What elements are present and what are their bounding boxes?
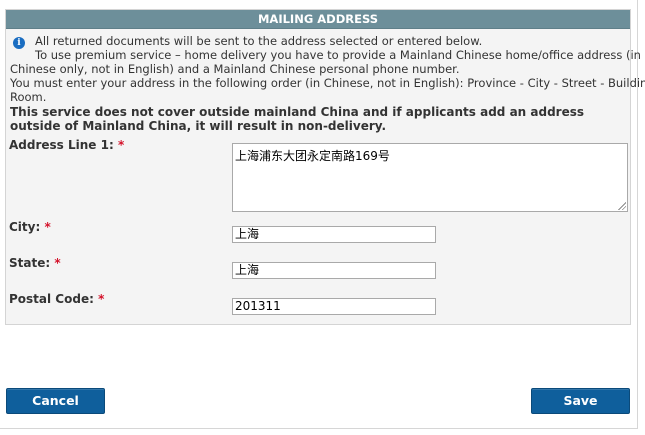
postal-code-label-text: Postal Code:	[9, 292, 94, 306]
postal-code-input[interactable]: 201311	[232, 298, 436, 315]
required-marker: *	[117, 138, 125, 152]
city-label: City: *	[9, 220, 51, 234]
page-frame: MAILING ADDRESS i All returned documents…	[0, 0, 645, 429]
address-line1-label-text: Address Line 1:	[9, 138, 114, 152]
save-button[interactable]: Save	[531, 388, 630, 414]
info-line-3: Chinese only, not in English) and a Main…	[10, 62, 460, 76]
mailing-address-section: MAILING ADDRESS i All returned documents…	[5, 9, 645, 325]
city-label-text: City:	[9, 220, 41, 234]
state-label-text: State:	[9, 256, 51, 270]
section-title: MAILING ADDRESS	[6, 10, 630, 29]
info-line-2: To use premium service – home delivery y…	[35, 48, 641, 62]
info-line-4: You must enter your address in the follo…	[10, 76, 645, 90]
info-icon: i	[13, 37, 25, 49]
postal-code-label: Postal Code: *	[9, 292, 104, 306]
state-label: State: *	[9, 256, 61, 270]
info-notice: i All returned documents will be sent to…	[10, 34, 645, 133]
required-marker: *	[44, 220, 51, 234]
city-input[interactable]: 上海	[232, 226, 436, 243]
address-line1-value: 上海浦东大团永定南路169号	[235, 149, 390, 163]
address-line1-label: Address Line 1: *	[9, 138, 124, 152]
info-line-5: Room.	[10, 90, 47, 104]
state-input[interactable]: 上海	[232, 262, 436, 279]
info-line-1: All returned documents will be sent to t…	[35, 34, 483, 48]
address-line1-textarea[interactable]: 上海浦东大团永定南路169号	[232, 143, 628, 212]
resize-grip-icon[interactable]	[618, 202, 626, 210]
delivery-warning: This service does not cover outside main…	[10, 105, 585, 133]
required-marker: *	[98, 292, 105, 306]
required-marker: *	[54, 256, 61, 270]
cancel-button[interactable]: Cancel	[6, 388, 105, 414]
